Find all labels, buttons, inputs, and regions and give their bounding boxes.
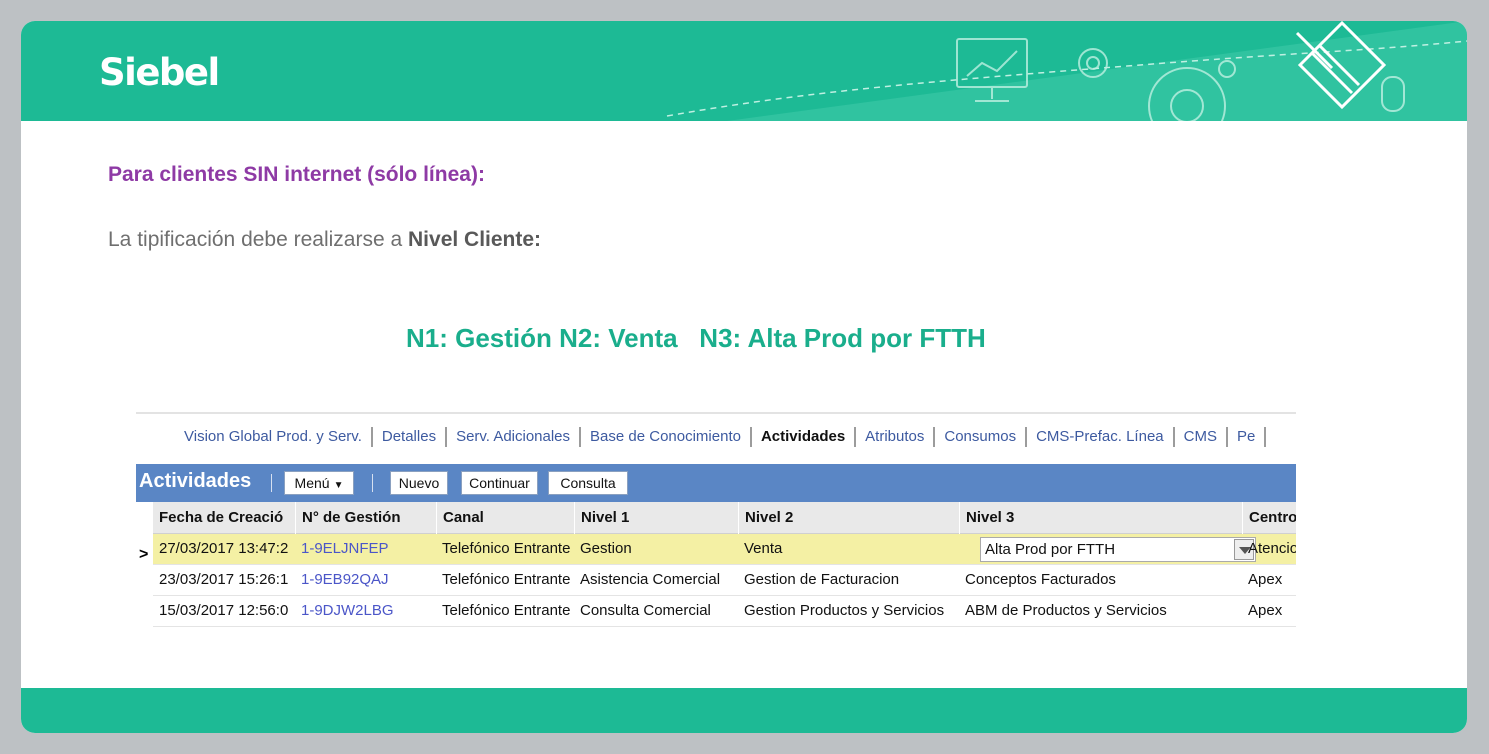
- tab-atributos[interactable]: Atributos: [856, 427, 936, 447]
- siebel-screenshot: Vision Global Prod. y Serv. Detalles Ser…: [136, 412, 1296, 627]
- continue-button[interactable]: Continuar: [461, 471, 538, 495]
- divider: [271, 474, 272, 492]
- menu-button[interactable]: Menú ▼: [284, 471, 354, 495]
- tab-vision-global[interactable]: Vision Global Prod. y Serv.: [174, 427, 373, 447]
- cell-nivel1: Gestion: [580, 540, 632, 557]
- cell-centro: Apex: [1248, 571, 1283, 588]
- column-header-fecha[interactable]: Fecha de Creació: [153, 502, 295, 534]
- cell-gestion-link[interactable]: 1-9DJW2LBG: [295, 596, 436, 626]
- table-row[interactable]: 27/03/2017 13:47:2 1-9ELJNFEP Telefónico…: [153, 534, 1296, 565]
- column-header-nivel3[interactable]: Nivel 3: [959, 502, 1242, 534]
- cell-gestion-link[interactable]: 1-9ELJNFEP: [295, 534, 436, 564]
- applet-title: Actividades: [139, 470, 252, 492]
- tab-cms-prefac[interactable]: CMS-Prefac. Línea: [1027, 427, 1175, 447]
- siebel-logo: Siebel: [99, 51, 220, 94]
- cell-nivel3: Conceptos Facturados: [965, 571, 1116, 588]
- tab-cms[interactable]: CMS: [1175, 427, 1228, 447]
- table-row[interactable]: 23/03/2017 15:26:1 1-9EB92QAJ Telefónico…: [153, 565, 1296, 596]
- cell-canal: Telefónico Entrante: [442, 602, 571, 619]
- banner-decoration-icons: [666, 21, 1467, 121]
- column-header-canal[interactable]: Canal: [436, 502, 574, 534]
- column-header-nivel2[interactable]: Nivel 2: [738, 502, 959, 534]
- cell-nivel1: Consulta Comercial: [580, 602, 711, 619]
- header-banner: Siebel: [21, 21, 1467, 121]
- column-header-gestion[interactable]: N° de Gestión: [295, 502, 436, 534]
- cell-canal: Telefónico Entrante: [442, 540, 571, 557]
- column-header-centro[interactable]: Centro: [1242, 502, 1296, 534]
- footer-band: [21, 688, 1467, 733]
- cell-fecha: 15/03/2017 12:56:0: [159, 602, 289, 619]
- tab-serv-adicionales[interactable]: Serv. Adicionales: [447, 427, 582, 447]
- query-button[interactable]: Consulta: [548, 471, 628, 495]
- tab-base-conocimiento[interactable]: Base de Conocimiento: [581, 427, 752, 447]
- section-heading: Para clientes SIN internet (sólo línea):: [108, 163, 485, 186]
- levels-summary: N1: Gestión N2: Venta N3: Alta Prod por …: [406, 323, 986, 353]
- cell-nivel3: ABM de Productos y Servicios: [965, 602, 1167, 619]
- caret-down-icon: ▼: [333, 480, 344, 491]
- cell-nivel1: Asistencia Comercial: [580, 571, 721, 588]
- column-header-nivel1[interactable]: Nivel 1: [574, 502, 738, 534]
- tab-consumos[interactable]: Consumos: [935, 427, 1028, 447]
- table-row[interactable]: 15/03/2017 12:56:0 1-9DJW2LBG Telefónico…: [153, 596, 1296, 627]
- cell-fecha: 23/03/2017 15:26:1: [159, 571, 289, 588]
- cell-nivel2: Gestion de Facturacion: [744, 571, 900, 588]
- cell-centro: Apex: [1248, 602, 1283, 619]
- menu-label: Menú: [294, 475, 330, 491]
- instruction-text: La tipificación debe realizarse a Nivel …: [108, 228, 541, 252]
- new-button[interactable]: Nuevo: [390, 471, 448, 495]
- divider: [372, 474, 373, 492]
- tab-bar: Vision Global Prod. y Serv. Detalles Ser…: [136, 412, 1296, 452]
- grid-header: Fecha de Creació N° de Gestión Canal Niv…: [153, 502, 1296, 534]
- nivel3-dropdown-value: Alta Prod por FTTH: [985, 541, 1116, 558]
- cell-gestion-link[interactable]: 1-9EB92QAJ: [295, 565, 436, 595]
- tab-detalles[interactable]: Detalles: [373, 427, 448, 447]
- instruction-bold: Nivel Cliente:: [408, 228, 542, 251]
- cell-nivel2: Gestion Productos y Servicios: [744, 602, 945, 619]
- tab-pe[interactable]: Pe: [1228, 427, 1267, 447]
- slide: Siebel Para clientes SIN internet (sólo …: [21, 21, 1467, 733]
- cell-nivel2: Venta: [744, 540, 783, 557]
- instruction-prefix: La tipificación debe realizarse a: [108, 228, 409, 251]
- nivel3-dropdown[interactable]: Alta Prod por FTTH: [980, 537, 1256, 562]
- applet-header: Actividades Menú ▼ Nuevo Continuar Consul…: [136, 464, 1296, 502]
- cell-canal: Telefónico Entrante: [442, 571, 571, 588]
- selected-row-marker: >: [139, 546, 149, 563]
- tab-actividades[interactable]: Actividades: [752, 427, 857, 447]
- cell-centro: Atencio: [1248, 540, 1296, 557]
- cell-fecha: 27/03/2017 13:47:2: [159, 540, 289, 557]
